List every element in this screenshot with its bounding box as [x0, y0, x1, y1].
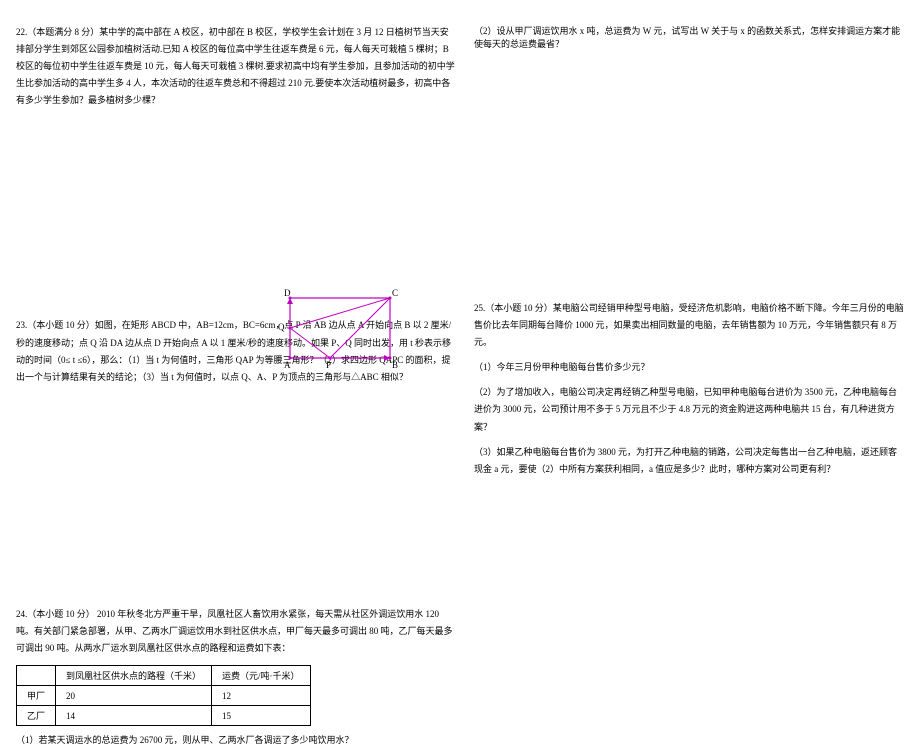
table-row: 甲厂 20 12	[17, 686, 311, 706]
q25-part3: （3）如果乙种电脑每台售价为 3800 元，为打开乙种电脑的销路，公司决定每售出…	[474, 444, 904, 478]
table-row: 乙厂 14 15	[17, 706, 311, 726]
table-cell: 乙厂	[17, 706, 56, 726]
table-header-distance: 到凤凰社区供水点的路程（千米）	[56, 666, 212, 686]
question-25: 25.（本小题 10 分）某电脑公司经销甲种型号电脑，受经济危机影响，电脑价格不…	[474, 300, 904, 478]
table-row: 到凤凰社区供水点的路程（千米） 运费（元/吨·千米）	[17, 666, 311, 686]
question-22: 22.（本题满分 8 分）某中学的高中部在 A 校区，初中部在 B 校区，学校学…	[16, 24, 456, 109]
figure-label-q: Q	[278, 322, 285, 332]
q25-intro: 25.（本小题 10 分）某电脑公司经销甲种型号电脑，受经济危机影响，电脑价格不…	[474, 300, 904, 351]
table-cell: 20	[56, 686, 212, 706]
figure-label-d: D	[284, 288, 291, 298]
question-24-sub1: （1）若某天调运水的总运费为 26700 元，则从甲、乙两水厂各调运了多少吨饮用…	[16, 732, 456, 749]
table-header-blank	[17, 666, 56, 686]
q25-part2: （2）为了增加收入，电脑公司决定再经销乙种型号电脑，已知甲种电脑每台进价为 35…	[474, 384, 904, 435]
question-24-intro: 24.（本小题 10 分） 2010 年秋冬北方严重干旱，凤凰社区人畜饮用水紧张…	[16, 606, 456, 657]
table-cell: 14	[56, 706, 212, 726]
q24-table: 到凤凰社区供水点的路程（千米） 运费（元/吨·千米） 甲厂 20 12 乙厂 1…	[16, 665, 311, 726]
table-cell: 12	[212, 686, 311, 706]
q25-part1: （1）今年三月份甲种电脑每台售价多少元？	[474, 359, 904, 376]
table-cell: 15	[212, 706, 311, 726]
figure-label-b: B	[392, 360, 398, 370]
figure-label-c: C	[392, 288, 398, 298]
question-24-sub2: （2）设从甲厂调运饮用水 x 吨，总运费为 W 元，试写出 W 关于与 x 的函…	[474, 24, 904, 50]
q23-figure: A B C D P Q	[270, 288, 410, 378]
figure-label-a: A	[284, 360, 291, 370]
table-header-cost: 运费（元/吨·千米）	[212, 666, 311, 686]
table-cell: 甲厂	[17, 686, 56, 706]
figure-label-p: P	[326, 360, 331, 370]
